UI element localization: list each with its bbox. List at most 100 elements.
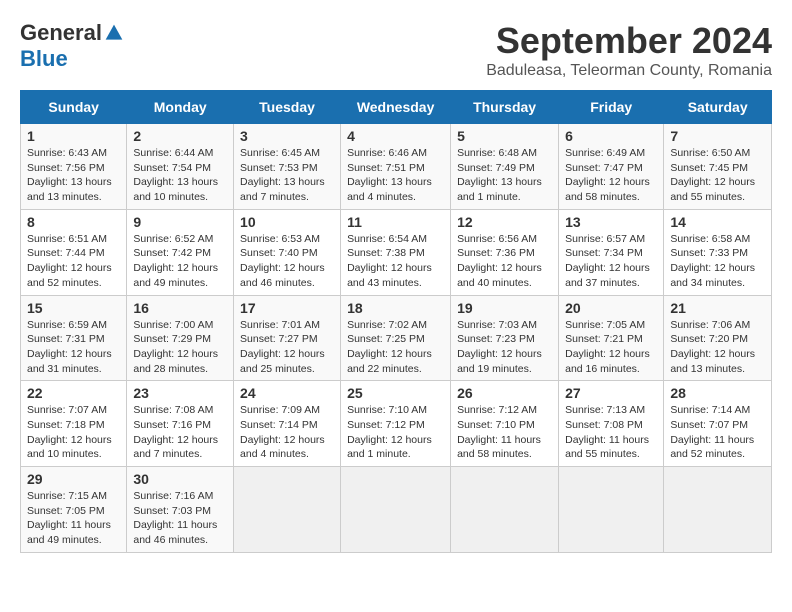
day-info: Sunrise: 6:54 AM Sunset: 7:38 PM Dayligh…: [347, 232, 444, 291]
day-number: 29: [27, 471, 120, 487]
table-row: 13 Sunrise: 6:57 AM Sunset: 7:34 PM Dayli…: [559, 209, 664, 295]
title-section: September 2024 Baduleasa, Teleorman Coun…: [486, 20, 772, 80]
day-info: Sunrise: 6:53 AM Sunset: 7:40 PM Dayligh…: [240, 232, 334, 291]
day-number: 30: [133, 471, 227, 487]
day-number: 22: [27, 385, 120, 401]
day-number: 5: [457, 128, 552, 144]
day-number: 6: [565, 128, 657, 144]
table-row: 14 Sunrise: 6:58 AM Sunset: 7:33 PM Dayli…: [664, 209, 772, 295]
day-number: 18: [347, 300, 444, 316]
day-number: 24: [240, 385, 334, 401]
col-tuesday: Tuesday: [234, 91, 341, 124]
calendar-subtitle: Baduleasa, Teleorman County, Romania: [486, 62, 772, 80]
table-row: 7 Sunrise: 6:50 AM Sunset: 7:45 PM Daylig…: [664, 124, 772, 210]
page-header: General Blue September 2024 Baduleasa, T…: [20, 20, 772, 80]
day-info: Sunrise: 7:06 AM Sunset: 7:20 PM Dayligh…: [670, 318, 765, 377]
day-number: 14: [670, 214, 765, 230]
day-number: 23: [133, 385, 227, 401]
day-info: Sunrise: 7:16 AM Sunset: 7:03 PM Dayligh…: [133, 489, 227, 548]
table-row: 12 Sunrise: 6:56 AM Sunset: 7:36 PM Dayli…: [451, 209, 559, 295]
day-number: 15: [27, 300, 120, 316]
calendar-week-row: 1Sunrise: 6:43 AM Sunset: 7:56 PM Daylig…: [21, 124, 772, 210]
day-number: 28: [670, 385, 765, 401]
day-info: Sunrise: 7:07 AM Sunset: 7:18 PM Dayligh…: [27, 403, 120, 462]
table-row: 23 Sunrise: 7:08 AM Sunset: 7:16 PM Dayli…: [127, 381, 234, 467]
day-info: Sunrise: 6:49 AM Sunset: 7:47 PM Dayligh…: [565, 146, 657, 205]
table-row: 22 Sunrise: 7:07 AM Sunset: 7:18 PM Dayli…: [21, 381, 127, 467]
table-row: 19Sunrise: 7:03 AM Sunset: 7:23 PM Dayli…: [451, 295, 559, 381]
table-row: 20 Sunrise: 7:05 AM Sunset: 7:21 PM Dayli…: [559, 295, 664, 381]
day-info: Sunrise: 7:13 AM Sunset: 7:08 PM Dayligh…: [565, 403, 657, 462]
day-number: 13: [565, 214, 657, 230]
logo-icon: [104, 23, 124, 43]
day-number: 7: [670, 128, 765, 144]
table-row: 2Sunrise: 6:44 AM Sunset: 7:54 PM Daylig…: [127, 124, 234, 210]
calendar-header-row: Sunday Monday Tuesday Wednesday Thursday…: [21, 91, 772, 124]
table-row: 1Sunrise: 6:43 AM Sunset: 7:56 PM Daylig…: [21, 124, 127, 210]
calendar-week-row: 8 Sunrise: 6:51 AM Sunset: 7:44 PM Daylig…: [21, 209, 772, 295]
day-info: Sunrise: 6:46 AM Sunset: 7:51 PM Dayligh…: [347, 146, 444, 205]
day-number: 16: [133, 300, 227, 316]
day-info: Sunrise: 7:12 AM Sunset: 7:10 PM Dayligh…: [457, 403, 552, 462]
day-info: Sunrise: 6:56 AM Sunset: 7:36 PM Dayligh…: [457, 232, 552, 291]
day-info: Sunrise: 6:45 AM Sunset: 7:53 PM Dayligh…: [240, 146, 334, 205]
table-row: 16 Sunrise: 7:00 AM Sunset: 7:29 PM Dayli…: [127, 295, 234, 381]
table-row: 11Sunrise: 6:54 AM Sunset: 7:38 PM Dayli…: [341, 209, 451, 295]
day-number: 17: [240, 300, 334, 316]
day-info: Sunrise: 7:09 AM Sunset: 7:14 PM Dayligh…: [240, 403, 334, 462]
table-row: 6 Sunrise: 6:49 AM Sunset: 7:47 PM Daylig…: [559, 124, 664, 210]
table-row: 29 Sunrise: 7:15 AM Sunset: 7:05 PM Dayli…: [21, 467, 127, 553]
calendar-title: September 2024: [486, 20, 772, 62]
calendar-week-row: 22 Sunrise: 7:07 AM Sunset: 7:18 PM Dayli…: [21, 381, 772, 467]
day-info: Sunrise: 6:59 AM Sunset: 7:31 PM Dayligh…: [27, 318, 120, 377]
day-info: Sunrise: 7:05 AM Sunset: 7:21 PM Dayligh…: [565, 318, 657, 377]
day-info: Sunrise: 6:58 AM Sunset: 7:33 PM Dayligh…: [670, 232, 765, 291]
table-row: 5 Sunrise: 6:48 AM Sunset: 7:49 PM Daylig…: [451, 124, 559, 210]
col-friday: Friday: [559, 91, 664, 124]
day-number: 12: [457, 214, 552, 230]
table-row: [664, 467, 772, 553]
day-info: Sunrise: 6:50 AM Sunset: 7:45 PM Dayligh…: [670, 146, 765, 205]
table-row: 26 Sunrise: 7:12 AM Sunset: 7:10 PM Dayli…: [451, 381, 559, 467]
day-number: 4: [347, 128, 444, 144]
calendar-week-row: 15 Sunrise: 6:59 AM Sunset: 7:31 PM Dayli…: [21, 295, 772, 381]
day-number: 20: [565, 300, 657, 316]
day-number: 27: [565, 385, 657, 401]
day-info: Sunrise: 7:08 AM Sunset: 7:16 PM Dayligh…: [133, 403, 227, 462]
day-number: 10: [240, 214, 334, 230]
col-monday: Monday: [127, 91, 234, 124]
day-info: Sunrise: 6:51 AM Sunset: 7:44 PM Dayligh…: [27, 232, 120, 291]
day-info: Sunrise: 7:10 AM Sunset: 7:12 PM Dayligh…: [347, 403, 444, 462]
table-row: 8 Sunrise: 6:51 AM Sunset: 7:44 PM Daylig…: [21, 209, 127, 295]
day-info: Sunrise: 7:01 AM Sunset: 7:27 PM Dayligh…: [240, 318, 334, 377]
logo: General Blue: [20, 20, 124, 72]
day-info: Sunrise: 6:44 AM Sunset: 7:54 PM Dayligh…: [133, 146, 227, 205]
day-number: 3: [240, 128, 334, 144]
table-row: 21 Sunrise: 7:06 AM Sunset: 7:20 PM Dayli…: [664, 295, 772, 381]
logo-blue-text: Blue: [20, 46, 68, 72]
table-row: [451, 467, 559, 553]
day-number: 9: [133, 214, 227, 230]
table-row: [559, 467, 664, 553]
day-info: Sunrise: 7:00 AM Sunset: 7:29 PM Dayligh…: [133, 318, 227, 377]
table-row: 27 Sunrise: 7:13 AM Sunset: 7:08 PM Dayli…: [559, 381, 664, 467]
table-row: 10 Sunrise: 6:53 AM Sunset: 7:40 PM Dayli…: [234, 209, 341, 295]
col-sunday: Sunday: [21, 91, 127, 124]
table-row: [234, 467, 341, 553]
day-info: Sunrise: 6:48 AM Sunset: 7:49 PM Dayligh…: [457, 146, 552, 205]
table-row: 18Sunrise: 7:02 AM Sunset: 7:25 PM Dayli…: [341, 295, 451, 381]
day-number: 21: [670, 300, 765, 316]
calendar-week-row: 29 Sunrise: 7:15 AM Sunset: 7:05 PM Dayli…: [21, 467, 772, 553]
table-row: 3 Sunrise: 6:45 AM Sunset: 7:53 PM Daylig…: [234, 124, 341, 210]
day-number: 26: [457, 385, 552, 401]
table-row: 15 Sunrise: 6:59 AM Sunset: 7:31 PM Dayli…: [21, 295, 127, 381]
day-number: 25: [347, 385, 444, 401]
table-row: 25 Sunrise: 7:10 AM Sunset: 7:12 PM Dayli…: [341, 381, 451, 467]
day-number: 8: [27, 214, 120, 230]
table-row: 17 Sunrise: 7:01 AM Sunset: 7:27 PM Dayli…: [234, 295, 341, 381]
col-thursday: Thursday: [451, 91, 559, 124]
day-info: Sunrise: 7:15 AM Sunset: 7:05 PM Dayligh…: [27, 489, 120, 548]
table-row: 30 Sunrise: 7:16 AM Sunset: 7:03 PM Dayli…: [127, 467, 234, 553]
table-row: 24 Sunrise: 7:09 AM Sunset: 7:14 PM Dayli…: [234, 381, 341, 467]
day-info: Sunrise: 6:57 AM Sunset: 7:34 PM Dayligh…: [565, 232, 657, 291]
